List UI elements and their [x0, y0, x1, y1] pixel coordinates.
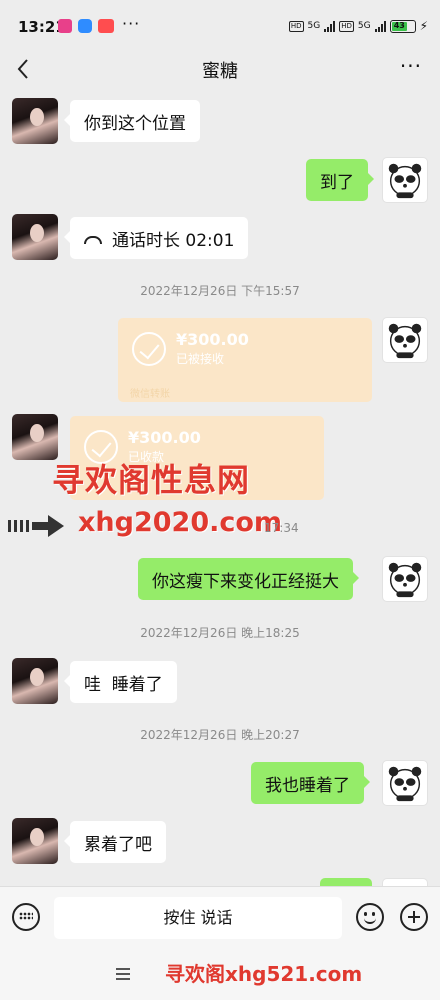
emoji-icon[interactable]: [356, 903, 384, 931]
watermark-site-name: 寻欢阁性息网: [52, 461, 251, 499]
timestamp: 2022年12月26日 晚上18:25: [140, 626, 300, 640]
status-indicators: HD 5G HD 5G 43 ⚡: [288, 19, 428, 33]
hold-to-talk-button[interactable]: 按住 说话: [54, 897, 342, 939]
contact-avatar[interactable]: [12, 658, 58, 704]
app-notification-icon: [58, 19, 72, 33]
transfer-footer: 微信转账: [130, 389, 170, 400]
timestamp: 17:34: [264, 521, 299, 535]
panda-avatar-icon: [388, 766, 422, 802]
status-bar: 13:21 ··· HD 5G HD 5G 43 ⚡: [0, 0, 440, 54]
outgoing-message[interactable]: 到了: [306, 159, 374, 201]
app-notification-icon: [78, 19, 92, 33]
charging-icon: ⚡: [419, 19, 428, 33]
chat-header: 蜜糖 ···: [0, 54, 440, 86]
message-text: 通话时长 02:01: [112, 230, 235, 251]
message-text: 你到这个位置: [84, 113, 186, 134]
signal-icon: [324, 20, 336, 32]
network-type: 5G: [307, 21, 321, 31]
call-record-message[interactable]: 通话时长 02:01: [63, 217, 249, 259]
outgoing-message[interactable]: 我也睡着了: [251, 762, 370, 804]
incoming-message[interactable]: 哇 睡着了: [64, 661, 177, 703]
self-avatar[interactable]: [382, 157, 428, 203]
check-icon: [132, 332, 166, 366]
incoming-message[interactable]: 累着了吧: [64, 821, 166, 863]
app-notification-icon: [98, 19, 114, 33]
message-text: 我也睡着了: [265, 775, 350, 796]
contact-avatar[interactable]: [12, 214, 58, 260]
signal-icon: [374, 20, 386, 32]
self-avatar[interactable]: [382, 760, 428, 806]
more-notifications-icon: ···: [122, 14, 141, 33]
menu-icon[interactable]: [116, 968, 130, 980]
chat-title: 蜜糖: [202, 61, 238, 82]
watermark-bottom: 寻欢阁xhg521.com: [165, 962, 363, 986]
outgoing-message[interactable]: 你这瘦下来变化正经挺大: [138, 558, 359, 600]
network-type: 5G: [357, 21, 371, 31]
battery-level: 43: [391, 21, 407, 31]
plus-icon[interactable]: [400, 903, 428, 931]
incoming-message[interactable]: 你到这个位置: [64, 100, 200, 142]
timestamp: 2022年12月26日 晚上20:27: [140, 728, 300, 742]
message-text: 哇 睡着了: [84, 674, 163, 695]
panda-avatar-icon: [388, 323, 422, 359]
contact-avatar[interactable]: [12, 98, 58, 144]
self-avatar[interactable]: [382, 556, 428, 602]
panda-avatar-icon: [388, 562, 422, 598]
self-avatar[interactable]: [382, 317, 428, 363]
message-text: 累着了吧: [84, 834, 152, 855]
keyboard-icon[interactable]: [12, 903, 40, 931]
transfer-amount: ¥300.00: [176, 330, 249, 349]
more-options-icon[interactable]: ···: [400, 54, 422, 78]
phone-icon: [84, 236, 102, 244]
timestamp: 2022年12月26日 下午15:57: [140, 284, 300, 298]
contact-avatar[interactable]: [12, 414, 58, 460]
watermark-site-url: xhg2020.com: [78, 507, 283, 538]
transfer-card[interactable]: ¥300.00 已被接收 微信转账: [118, 318, 372, 402]
input-bar: 按住 说话: [0, 886, 440, 948]
watermark-arrow-icon: [8, 515, 64, 537]
hd-icon: HD: [288, 20, 304, 32]
battery-icon: 43: [389, 19, 416, 33]
contact-avatar[interactable]: [12, 818, 58, 864]
message-text: 到了: [320, 172, 354, 193]
message-text: 你这瘦下来变化正经挺大: [152, 571, 339, 592]
transfer-amount: ¥300.00: [128, 428, 201, 447]
hd-icon: HD: [339, 20, 354, 32]
panda-avatar-icon: [388, 163, 422, 199]
transfer-status: 已被接收: [176, 352, 225, 366]
